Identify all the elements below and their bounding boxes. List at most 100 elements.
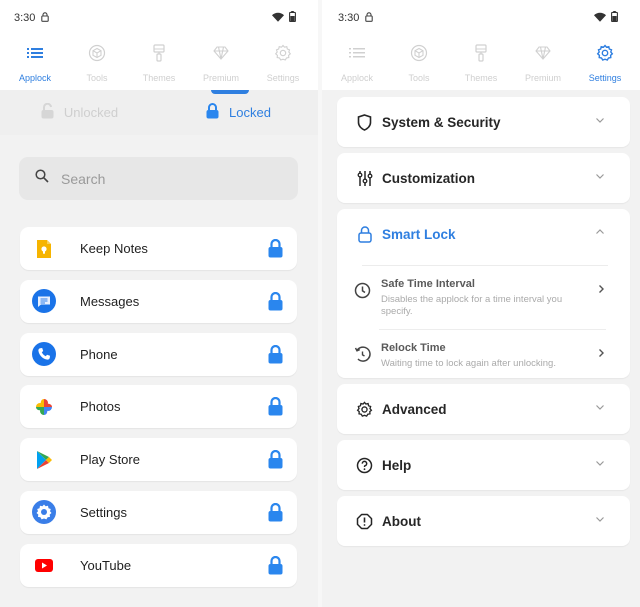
app-row-phone[interactable]: Phone — [20, 332, 297, 376]
section-about: About — [337, 496, 630, 546]
nav-label: Premium — [202, 73, 239, 83]
section-header[interactable]: System & Security — [337, 97, 630, 147]
wifi-icon — [594, 12, 606, 25]
search-input[interactable] — [61, 170, 261, 187]
setting-description: Disables the applock for a time interval… — [381, 294, 563, 317]
nav-settings[interactable]: Settings — [574, 36, 636, 83]
section-title: About — [382, 513, 421, 529]
section-advanced: Advanced — [337, 384, 630, 434]
lock-toggle[interactable] — [266, 343, 284, 365]
nav-themes[interactable]: Themes — [450, 36, 512, 83]
nav-label: Themes — [142, 73, 176, 83]
section-title: Customization — [382, 170, 475, 186]
app-name: Phone — [80, 346, 118, 362]
nav-settings[interactable]: Settings — [252, 36, 314, 83]
status-time: 3:30 — [338, 12, 360, 24]
lock-toggle[interactable] — [266, 238, 284, 260]
phone-icon — [32, 342, 56, 367]
app-row-youtube[interactable]: YouTube — [20, 543, 297, 587]
history-icon — [354, 346, 371, 363]
app-name: YouTube — [80, 557, 132, 573]
messages-icon — [32, 289, 56, 314]
locked-icon — [206, 103, 219, 122]
bottom-nav: Applock Tools Themes Premium Settings — [0, 36, 318, 90]
chevron-down-icon — [594, 169, 606, 187]
status-bar: 3:30 — [0, 0, 318, 36]
app-row-photos[interactable]: Photos — [20, 385, 297, 429]
chevron-right-icon — [596, 278, 606, 318]
setting-relock-time[interactable]: Relock Time Waiting time to lock again a… — [337, 330, 630, 370]
section-header[interactable]: About — [337, 496, 630, 546]
tab-locked[interactable]: Locked — [159, 90, 318, 135]
nav-label: Tools — [408, 73, 430, 83]
nav-applock[interactable]: Applock — [4, 36, 66, 83]
section-title: System & Security — [382, 114, 501, 130]
app-row-settings[interactable]: Settings — [20, 490, 297, 534]
paint-roller-icon — [150, 44, 168, 67]
gear-icon — [356, 400, 373, 418]
keep-notes-icon — [32, 237, 56, 261]
setting-safe-time-interval[interactable]: Safe Time Interval Disables the applock … — [337, 266, 630, 318]
app-row-play-store[interactable]: Play Store — [20, 438, 297, 482]
diamond-icon — [534, 44, 552, 67]
cube-icon — [88, 44, 106, 67]
tab-unlocked[interactable]: Unlocked — [0, 90, 159, 135]
gear-icon — [274, 44, 292, 67]
tab-locked-label: Locked — [229, 105, 271, 120]
nav-label: Applock — [340, 73, 374, 83]
list-icon — [26, 44, 44, 67]
lock-toggle[interactable] — [266, 554, 284, 576]
lock-toggle[interactable] — [266, 290, 284, 312]
lock-icon — [365, 11, 374, 25]
lock-toggle[interactable] — [266, 501, 284, 523]
section-header[interactable]: Help — [337, 440, 630, 490]
app-name: Messages — [80, 293, 140, 309]
chevron-down-icon — [594, 113, 606, 131]
info-octagon-icon — [356, 513, 373, 530]
sliders-icon — [356, 170, 373, 187]
nav-premium[interactable]: Premium — [190, 36, 252, 83]
section-customization: Customization — [337, 153, 630, 203]
nav-applock[interactable]: Applock — [326, 36, 388, 83]
app-row-messages[interactable]: Messages — [20, 279, 297, 323]
nav-label: Settings — [266, 73, 300, 83]
nav-tools[interactable]: Tools — [388, 36, 450, 83]
nav-tools[interactable]: Tools — [66, 36, 128, 83]
battery-icon — [611, 11, 618, 25]
settings-list: System & Security Customization Smart Lo… — [322, 90, 640, 546]
section-help: Help — [337, 440, 630, 490]
nav-themes[interactable]: Themes — [128, 36, 190, 83]
settings-screen: 3:30 Applock Tools Themes Premium Settin… — [322, 0, 640, 607]
nav-premium[interactable]: Premium — [512, 36, 574, 83]
chevron-down-icon — [594, 512, 606, 530]
section-title: Advanced — [382, 401, 447, 417]
wifi-icon — [272, 12, 284, 25]
app-row-keep-notes[interactable]: Keep Notes — [20, 227, 297, 270]
settings-app-icon — [32, 500, 56, 525]
tab-indicator — [211, 90, 249, 94]
status-bar: 3:30 — [322, 0, 640, 36]
cube-icon — [410, 44, 428, 67]
app-name: Photos — [80, 399, 121, 415]
nav-label: Themes — [464, 73, 498, 83]
section-header[interactable]: Advanced — [337, 384, 630, 434]
lock-toggle[interactable] — [266, 396, 284, 418]
lock-toggle[interactable] — [266, 449, 284, 471]
app-list: Keep Notes Messages Phone Photos Play St… — [0, 227, 318, 587]
youtube-icon — [32, 553, 56, 577]
setting-description: Waiting time to lock again after unlocki… — [381, 358, 556, 369]
app-name: Keep Notes — [80, 241, 148, 256]
diamond-icon — [212, 44, 230, 67]
battery-icon — [289, 11, 296, 25]
unlocked-icon — [41, 102, 54, 122]
search-icon — [35, 169, 49, 188]
section-header[interactable]: Smart Lock — [337, 209, 630, 259]
nav-label: Premium — [524, 73, 561, 83]
lock-outline-icon — [356, 225, 373, 243]
section-header[interactable]: Customization — [337, 153, 630, 203]
paint-roller-icon — [472, 44, 490, 67]
shield-icon — [356, 113, 373, 131]
status-time: 3:30 — [14, 12, 36, 24]
setting-title: Relock Time — [381, 342, 446, 354]
search-bar[interactable] — [19, 157, 298, 200]
